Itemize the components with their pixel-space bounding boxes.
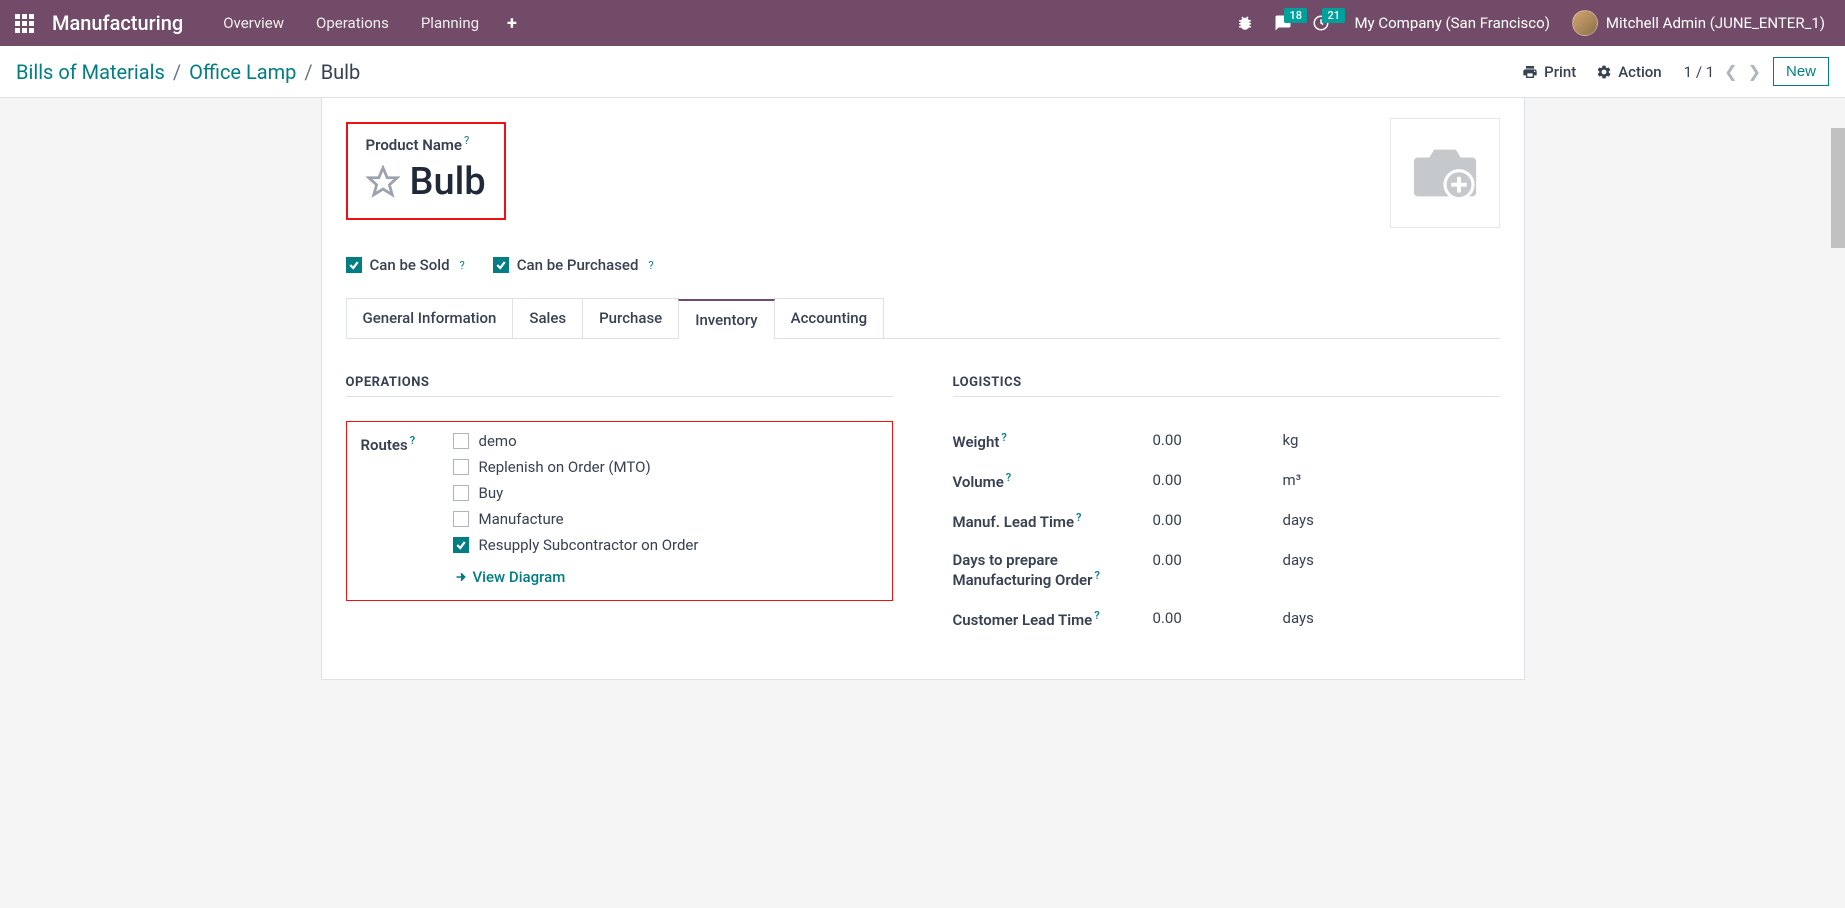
logistics-unit: days [1283, 609, 1314, 627]
logistics-row: Days to prepare Manufacturing Order?0.00… [953, 541, 1500, 599]
logistics-section-title: LOGISTICS [953, 375, 1500, 397]
logistics-value[interactable]: 0.00 [1153, 471, 1283, 489]
tab-purchase[interactable]: Purchase [582, 298, 679, 338]
pager-next-icon[interactable]: ❯ [1748, 62, 1761, 81]
route-checkbox[interactable]: Resupply Subcontractor on Order [453, 536, 699, 554]
route-label: demo [479, 432, 517, 450]
routes-block: Routes? demo Replenish on Order (MTO) Buy M… [346, 421, 893, 601]
logistics-unit: days [1283, 551, 1314, 569]
menu-overview[interactable]: Overview [207, 14, 300, 32]
product-name-field[interactable]: Bulb [410, 160, 486, 204]
logistics-unit: kg [1283, 431, 1299, 449]
operations-section-title: OPERATIONS [346, 375, 893, 397]
user-menu[interactable]: Mitchell Admin (JUNE_ENTER_1) [1564, 10, 1833, 36]
tab-sales[interactable]: Sales [512, 298, 583, 338]
menu-planning[interactable]: Planning [405, 14, 495, 32]
logistics-row: Weight?0.00kg [953, 421, 1500, 461]
logistics-value[interactable]: 0.00 [1153, 551, 1283, 569]
user-name: Mitchell Admin (JUNE_ENTER_1) [1606, 14, 1825, 32]
help-icon[interactable]: ? [460, 259, 465, 272]
route-label: Resupply Subcontractor on Order [479, 536, 699, 554]
add-menu-icon[interactable]: + [495, 13, 529, 34]
help-icon[interactable]: ? [648, 259, 653, 272]
logistics-row: Customer Lead Time?0.00days [953, 599, 1500, 639]
logistics-label: Volume? [953, 471, 1153, 491]
favorite-star-icon[interactable] [366, 165, 400, 199]
logistics-label: Weight? [953, 431, 1153, 451]
tab-accounting[interactable]: Accounting [774, 298, 884, 338]
help-icon[interactable]: ? [410, 434, 415, 447]
scrollbar[interactable] [1831, 128, 1845, 248]
company-selector[interactable]: My Company (San Francisco) [1340, 14, 1563, 32]
logistics-value[interactable]: 0.00 [1153, 609, 1283, 627]
tabs: General Information Sales Purchase Inven… [346, 298, 1500, 339]
tab-general-information[interactable]: General Information [346, 298, 514, 338]
logistics-value[interactable]: 0.00 [1153, 431, 1283, 449]
app-brand[interactable]: Manufacturing [52, 11, 183, 35]
tab-inventory[interactable]: Inventory [678, 299, 774, 339]
route-checkbox[interactable]: Buy [453, 484, 699, 502]
breadcrumb: Bills of Materials / Office Lamp / Bulb [16, 60, 360, 84]
help-icon[interactable]: ? [1095, 569, 1100, 582]
breadcrumb-parent[interactable]: Office Lamp [189, 60, 296, 84]
logistics-label: Days to prepare Manufacturing Order? [953, 551, 1153, 589]
logistics-label: Customer Lead Time? [953, 609, 1153, 629]
form-sheet: Product Name? Bulb Can be Sold? Can be P… [321, 98, 1525, 680]
camera-plus-icon [1405, 138, 1485, 208]
print-button[interactable]: Print [1512, 63, 1586, 81]
logistics-row: Volume?0.00m³ [953, 461, 1500, 501]
help-icon[interactable]: ? [1001, 431, 1006, 444]
help-icon[interactable]: ? [1006, 471, 1011, 484]
can-be-purchased-checkbox[interactable]: Can be Purchased? [493, 256, 654, 274]
product-name-label: Product Name [366, 136, 462, 154]
menu-operations[interactable]: Operations [300, 14, 405, 32]
logistics-row: Manuf. Lead Time?0.00days [953, 501, 1500, 541]
control-bar: Bills of Materials / Office Lamp / Bulb … [0, 46, 1845, 98]
help-icon[interactable]: ? [1076, 511, 1081, 524]
logistics-unit: m³ [1283, 471, 1302, 489]
top-nav: Manufacturing Overview Operations Planni… [0, 0, 1845, 46]
logistics-unit: days [1283, 511, 1314, 529]
messages-icon[interactable]: 18 [1264, 14, 1302, 32]
routes-label: Routes [361, 436, 408, 454]
route-label: Buy [479, 484, 504, 502]
pager-text[interactable]: 1 / 1 [1684, 63, 1715, 81]
breadcrumb-root[interactable]: Bills of Materials [16, 60, 165, 84]
route-checkbox[interactable]: Manufacture [453, 510, 699, 528]
pager-prev-icon[interactable]: ❮ [1724, 62, 1737, 81]
activities-icon[interactable]: 21 [1302, 14, 1340, 32]
pager: 1 / 1 ❮ ❯ [1672, 62, 1773, 81]
help-icon[interactable]: ? [464, 134, 469, 147]
apps-icon[interactable] [12, 11, 36, 35]
logistics-label: Manuf. Lead Time? [953, 511, 1153, 531]
product-image-placeholder[interactable] [1390, 118, 1500, 228]
action-button[interactable]: Action [1586, 63, 1671, 81]
breadcrumb-current: Bulb [321, 60, 361, 84]
can-be-sold-checkbox[interactable]: Can be Sold? [346, 256, 465, 274]
activities-badge: 21 [1322, 8, 1345, 23]
route-label: Replenish on Order (MTO) [479, 458, 651, 476]
view-diagram-link[interactable]: View Diagram [455, 568, 699, 586]
product-title-block: Product Name? Bulb [346, 122, 506, 220]
avatar [1572, 10, 1598, 36]
route-checkbox[interactable]: Replenish on Order (MTO) [453, 458, 699, 476]
new-button[interactable]: New [1773, 57, 1829, 86]
route-checkbox[interactable]: demo [453, 432, 699, 450]
help-icon[interactable]: ? [1094, 609, 1099, 622]
logistics-value[interactable]: 0.00 [1153, 511, 1283, 529]
route-label: Manufacture [479, 510, 564, 528]
debug-icon[interactable] [1226, 14, 1264, 32]
